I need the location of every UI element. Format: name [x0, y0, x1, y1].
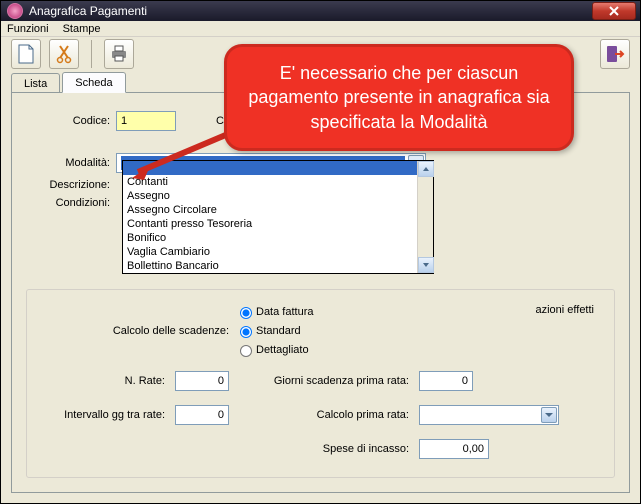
scroll-down-icon[interactable] — [418, 257, 434, 273]
calcolo-prima-rata-combo[interactable] — [419, 405, 559, 425]
condizioni-label: Condizioni: — [26, 197, 116, 209]
cut-button[interactable] — [49, 39, 79, 69]
dropdown-item[interactable]: Contanti presso Tesoreria — [123, 217, 433, 231]
spese-incasso-input[interactable] — [419, 439, 489, 459]
exit-button[interactable] — [600, 39, 630, 69]
calcolo-prima-rata-label: Calcolo prima rata: — [239, 409, 409, 421]
dropdown-item[interactable]: Bonifico — [123, 231, 433, 245]
window-title: Anagrafica Pagamenti — [29, 4, 592, 18]
callout-tooltip: E' necessario che per ciascun pagamento … — [224, 44, 574, 151]
dropdown-scrollbar[interactable] — [417, 161, 433, 273]
radio-dettagliato[interactable] — [240, 345, 252, 357]
new-button[interactable] — [11, 39, 41, 69]
app-icon — [7, 3, 23, 19]
chevron-down-icon[interactable] — [541, 407, 557, 423]
menu-funzioni[interactable]: Funzioni — [7, 23, 49, 35]
callout-arrow-icon — [130, 132, 230, 180]
intervallo-label: Intervallo gg tra rate: — [45, 409, 165, 421]
calcolo-scadenze-label: Calcolo delle scadenze: — [45, 325, 235, 337]
dropdown-item[interactable]: Assegno — [123, 189, 433, 203]
radio-label-dettagliato: Dettagliato — [256, 344, 309, 356]
tab-lista[interactable]: Lista — [11, 73, 60, 93]
gg-scadenza-input[interactable] — [419, 371, 473, 391]
dropdown-item[interactable]: Vaglia Cambiario — [123, 245, 433, 259]
close-button[interactable] — [592, 2, 636, 20]
descrizione-label: Descrizione: — [26, 179, 116, 191]
modalita-label: Modalità: — [26, 157, 116, 169]
radio-standard[interactable] — [240, 326, 252, 338]
radio-label-data-fattura: Data fattura — [256, 306, 313, 318]
dropdown-item[interactable]: Assegno Circolare — [123, 203, 433, 217]
tab-scheda[interactable]: Scheda — [62, 72, 125, 93]
n-rate-input[interactable] — [175, 371, 229, 391]
codice-input[interactable] — [116, 111, 176, 131]
spese-incasso-label: Spese di incasso: — [239, 443, 409, 455]
scroll-up-icon[interactable] — [418, 161, 434, 177]
radio-data-fattura[interactable] — [240, 307, 252, 319]
codice-label: Codice: — [26, 115, 116, 127]
n-rate-label: N. Rate: — [45, 375, 165, 387]
effetti-label: azioni effetti — [535, 304, 594, 316]
radio-label-standard: Standard — [256, 325, 301, 337]
menu-stampe[interactable]: Stampe — [63, 23, 101, 35]
dropdown-item[interactable]: Bollettino Bancario — [123, 259, 433, 273]
intervallo-input[interactable] — [175, 405, 229, 425]
print-button[interactable] — [104, 39, 134, 69]
callout-text: E' necessario che per ciascun pagamento … — [248, 63, 549, 132]
gg-scadenza-label: Giorni scadenza prima rata: — [239, 375, 409, 387]
